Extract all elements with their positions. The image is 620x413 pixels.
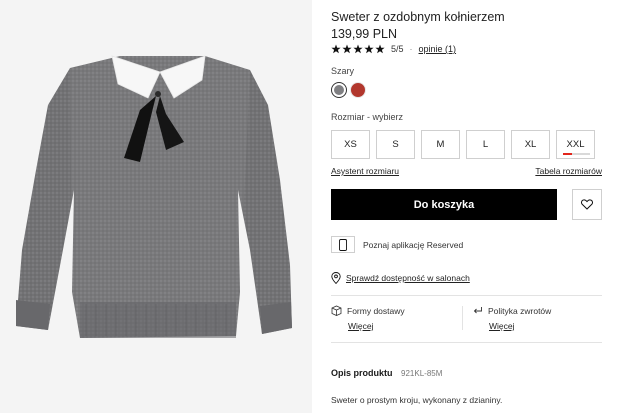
star-icon	[364, 44, 374, 54]
description-header[interactable]: Opis produktu 921KL-85M	[331, 368, 442, 378]
delivery-more-link[interactable]: Więcej	[348, 321, 374, 331]
size-option-l[interactable]: L	[466, 130, 505, 159]
delivery-title: Formy dostawy	[347, 305, 405, 316]
location-pin-icon	[331, 272, 341, 284]
star-icon	[342, 44, 352, 54]
size-option-xs[interactable]: XS	[331, 130, 370, 159]
returns-title: Polityka zwrotów	[488, 305, 552, 316]
returns-info: Polityka zwrotów Więcej	[472, 305, 551, 331]
size-assistant-link[interactable]: Asystent rozmiaru	[331, 166, 399, 176]
description-text: Sweter o prostym kroju, wykonany z dzian…	[331, 395, 503, 405]
sweater-illustration	[16, 55, 292, 338]
rating: 5/5 · opinie (1)	[331, 44, 456, 54]
color-swatch-grey[interactable]	[331, 82, 347, 98]
size-option-xxl-label: XXL	[566, 139, 585, 150]
delivery-info: Formy dostawy Więcej	[331, 305, 405, 331]
divider	[331, 295, 602, 296]
product-code: 921KL-85M	[401, 369, 443, 378]
size-selector: XS S M L XL XXL	[331, 130, 595, 159]
low-stock-indicator	[563, 153, 590, 155]
add-to-cart-button[interactable]: Do koszyka	[331, 189, 557, 220]
returns-more-link[interactable]: Więcej	[489, 321, 515, 331]
color-swatch-red[interactable]	[350, 82, 366, 98]
size-option-xl[interactable]: XL	[511, 130, 550, 159]
phone-icon	[339, 238, 347, 251]
product-price: 139,99 PLN	[331, 27, 398, 41]
size-table-link[interactable]: Tabela rozmiarów	[535, 166, 602, 176]
separator-dot: ·	[409, 44, 413, 54]
rating-text: 5/5	[391, 44, 404, 54]
store-availability[interactable]: Sprawdź dostępność w salonach	[331, 272, 470, 284]
opinions-link[interactable]: opinie (1)	[419, 44, 457, 54]
store-availability-link: Sprawdź dostępność w salonach	[346, 273, 470, 283]
divider	[331, 342, 602, 343]
size-option-m[interactable]: M	[421, 130, 460, 159]
product-title: Sweter z ozdobnym kołnierzem	[331, 10, 505, 24]
package-icon	[331, 305, 342, 316]
product-image[interactable]	[0, 0, 312, 413]
app-promo-text: Poznaj aplikację Reserved	[363, 239, 464, 250]
return-arrow-icon	[473, 307, 482, 314]
rating-stars	[331, 44, 385, 54]
heart-icon	[581, 199, 593, 210]
wishlist-button[interactable]	[572, 189, 602, 220]
vertical-divider	[462, 306, 463, 330]
star-icon	[375, 44, 385, 54]
size-option-s[interactable]: S	[376, 130, 415, 159]
size-option-xxl[interactable]: XXL	[556, 130, 595, 159]
description-heading: Opis produktu	[331, 368, 393, 378]
star-icon	[353, 44, 363, 54]
app-promo[interactable]: Poznaj aplikację Reserved	[331, 236, 463, 253]
app-promo-icon-box	[331, 236, 355, 253]
color-label: Szary	[331, 66, 355, 76]
star-icon	[331, 44, 341, 54]
size-label: Rozmiar - wybierz	[331, 112, 404, 122]
